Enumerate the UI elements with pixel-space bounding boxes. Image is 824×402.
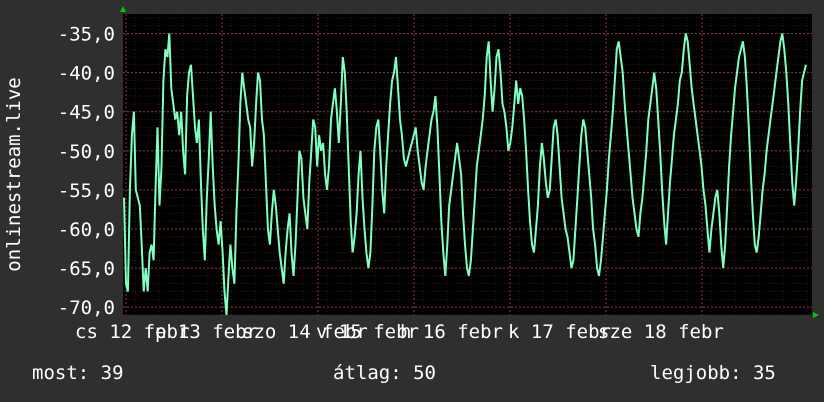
y-axis-ticks: -70,0 -65,0 -60,0 -55,0 -50,0 -45,0 -40,0 -35,0 bbox=[58, 24, 115, 320]
y-tick-label: -40,0 bbox=[58, 63, 115, 85]
y-tick-label: -70,0 bbox=[58, 297, 115, 319]
x-tick-label: k 17 febr bbox=[508, 321, 611, 343]
y-tick-label: -60,0 bbox=[58, 219, 115, 241]
y-tick-label: -45,0 bbox=[58, 102, 115, 124]
stat-average: átlag: 50 bbox=[333, 362, 436, 384]
y-axis-label: onlinestream.live bbox=[3, 77, 25, 271]
y-tick-label: -55,0 bbox=[58, 180, 115, 202]
stat-current: most: 39 bbox=[32, 362, 124, 384]
chart-svg: -70,0 -65,0 -60,0 -55,0 -50,0 -45,0 -40,0 -35,0… bbox=[3, 6, 819, 343]
y-tick-label: -50,0 bbox=[58, 141, 115, 163]
x-axis-ticks: cs 12 febrp 13 febrszo 14 febrv 15 febrh… bbox=[75, 321, 724, 343]
y-axis-arrow bbox=[120, 6, 126, 12]
chart-container: -70,0 -65,0 -60,0 -55,0 -50,0 -45,0 -40,0 -35,0… bbox=[0, 0, 824, 402]
x-axis-arrow bbox=[813, 312, 819, 318]
x-tick-label: sze 18 febr bbox=[598, 321, 724, 343]
x-tick-label: h 16 febr bbox=[400, 321, 503, 343]
stat-max: legjobb: 35 bbox=[650, 362, 776, 384]
y-tick-label: -65,0 bbox=[58, 258, 115, 280]
y-tick-label: -35,0 bbox=[58, 24, 115, 46]
